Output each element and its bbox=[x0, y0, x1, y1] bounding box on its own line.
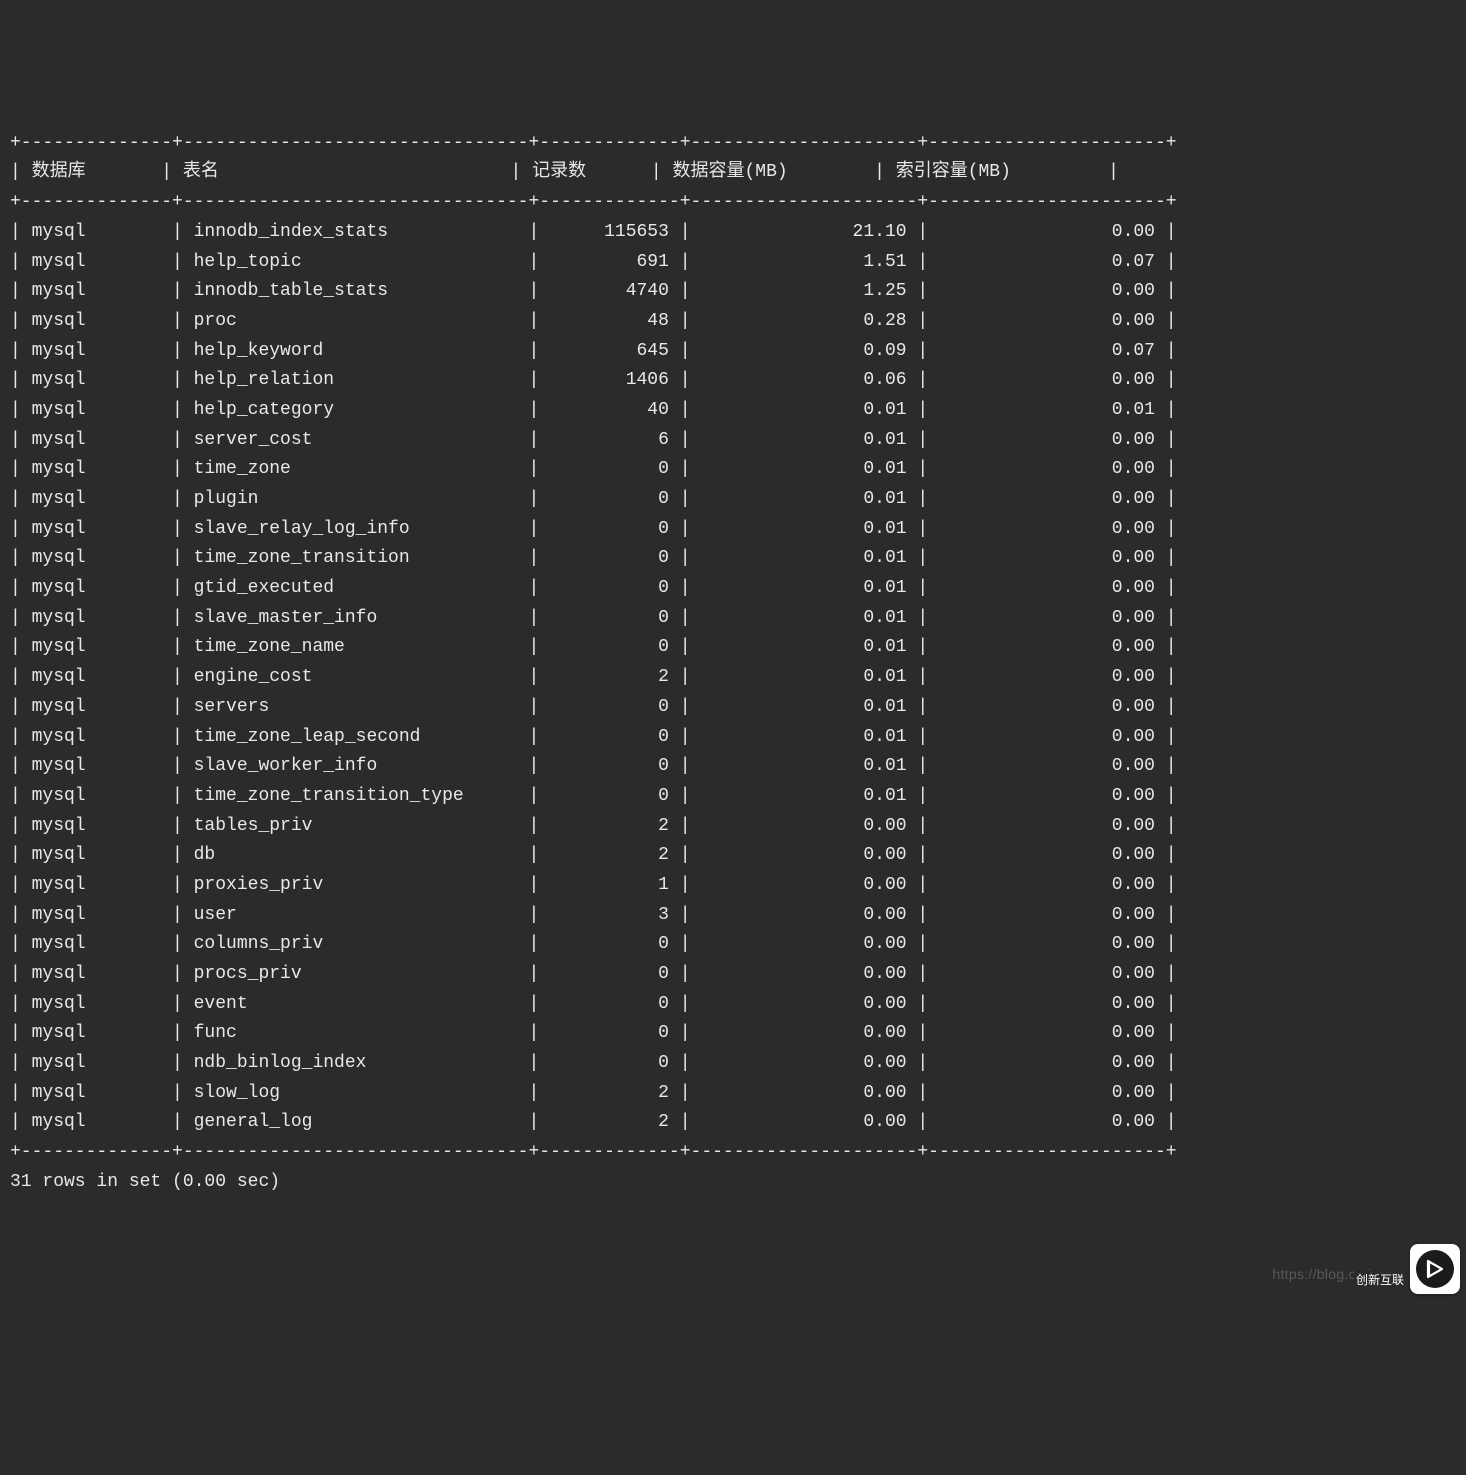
brand-logo-text: 创新互联 bbox=[1354, 1270, 1406, 1292]
mysql-result-table: +--------------+------------------------… bbox=[10, 129, 1456, 1198]
brand-logo-icon bbox=[1410, 1244, 1460, 1294]
